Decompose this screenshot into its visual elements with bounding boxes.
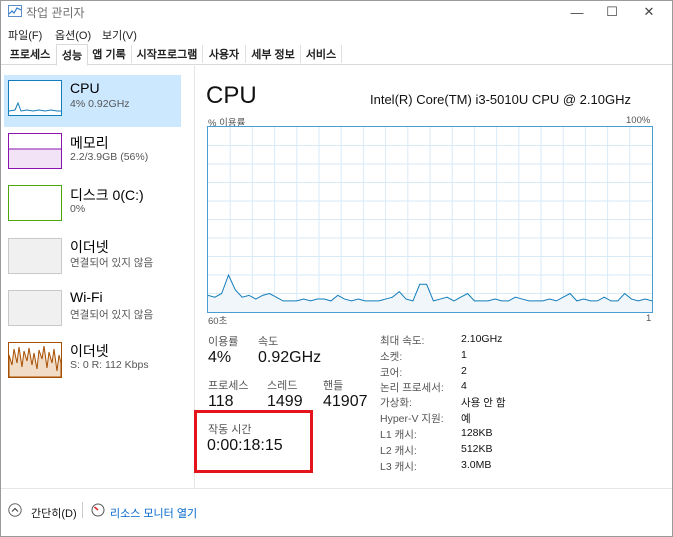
- info-label: 코어:: [380, 367, 403, 379]
- usage-label: 이용률: [208, 336, 239, 348]
- processes-label: 프로세스: [208, 380, 249, 392]
- menu-options[interactable]: 옵션(O): [55, 27, 91, 43]
- sidebar-item-subtitle: 4% 0.92GHz: [70, 98, 130, 110]
- tab-startup[interactable]: 시작프로그램: [132, 45, 203, 63]
- speed-label: 속도: [258, 336, 279, 348]
- info-value: 사용 안 함: [461, 397, 506, 409]
- sidebar-item-subtitle: 연결되어 있지 않음: [70, 309, 154, 321]
- sidebar-item-subtitle: 연결되어 있지 않음: [70, 257, 154, 269]
- usage-value: 4%: [208, 349, 232, 366]
- uptime-highlight-box: [194, 410, 313, 473]
- sidebar-item-title: CPU: [70, 80, 100, 96]
- threads-label: 스레드: [267, 380, 298, 392]
- tab-users[interactable]: 사용자: [203, 45, 246, 63]
- menu-view[interactable]: 보기(V): [102, 27, 137, 43]
- fewer-details-button[interactable]: 간단히(D): [31, 505, 77, 521]
- footer-divider: [1, 488, 672, 489]
- disk-thumbnail-graph: [8, 185, 62, 221]
- minimize-icon: —: [570, 4, 584, 20]
- processes-value: 118: [208, 393, 234, 410]
- handles-value: 41907: [323, 393, 368, 410]
- graph-time-left-label: 60초: [208, 316, 228, 327]
- menu-file[interactable]: 파일(F): [8, 27, 42, 43]
- close-icon: ✕: [643, 4, 655, 19]
- tab-details[interactable]: 세부 정보: [246, 45, 301, 63]
- sidebar-item-subtitle: S: 0 R: 112 Kbps: [70, 359, 149, 371]
- info-value: 2: [461, 365, 467, 377]
- handles-label: 핸들: [323, 380, 344, 392]
- page-title: CPU: [206, 82, 257, 109]
- info-value: 예: [461, 413, 471, 425]
- cpu-model-name: Intel(R) Core(TM) i3-5010U CPU @ 2.10GHz: [370, 92, 631, 107]
- cpu-thumbnail-graph: [8, 80, 62, 116]
- sidebar-item-title: Wi-Fi: [70, 289, 103, 305]
- info-value: 1: [461, 349, 467, 361]
- ethernet-thumbnail-graph: [8, 238, 62, 274]
- sidebar-item-subtitle: 0%: [70, 203, 86, 215]
- maximize-icon: ☐: [606, 4, 618, 19]
- graph-time-right-label: 1: [646, 313, 652, 324]
- threads-value: 1499: [267, 393, 303, 410]
- chevron-up-icon[interactable]: [8, 503, 22, 517]
- tab-performance[interactable]: 성능: [56, 44, 88, 66]
- window-title: 작업 관리자: [26, 6, 85, 20]
- info-label: 논리 프로세서:: [380, 382, 444, 394]
- info-label: 소켓:: [380, 351, 403, 363]
- info-value: 3.0MB: [461, 459, 492, 471]
- info-label: 최대 속도:: [380, 335, 425, 347]
- info-value: 128KB: [461, 427, 493, 439]
- resource-monitor-icon[interactable]: [91, 503, 105, 517]
- info-label: L1 캐시:: [380, 429, 417, 441]
- info-label: L3 캐시:: [380, 461, 417, 473]
- info-value: 512KB: [461, 443, 493, 455]
- sidebar-item-title: 메모리: [70, 135, 109, 151]
- info-label: L2 캐시:: [380, 445, 417, 457]
- tab-services[interactable]: 서비스: [301, 45, 342, 63]
- info-value: 4: [461, 380, 467, 392]
- ethernet-active-thumbnail-graph: [8, 342, 62, 378]
- sidebar-item-title: 이더넷: [70, 343, 109, 359]
- open-resource-monitor-link[interactable]: 리소스 모니터 열기: [110, 505, 197, 521]
- sidebar-item-title: 디스크 0(C:): [70, 187, 144, 203]
- memory-thumbnail-graph: [8, 133, 62, 169]
- info-label: 가상화:: [380, 397, 412, 409]
- graph-max-label: 100%: [626, 115, 651, 126]
- sidebar-item-subtitle: 2.2/3.9GB (56%): [70, 151, 149, 163]
- task-manager-app-icon: [8, 5, 22, 17]
- cpu-usage-graph: [207, 126, 653, 313]
- wifi-thumbnail-graph: [8, 290, 62, 326]
- tab-processes[interactable]: 프로세스: [4, 45, 57, 63]
- sidebar-item-title: 이더넷: [70, 239, 109, 255]
- info-label: Hyper-V 지원:: [380, 413, 444, 425]
- info-value: 2.10GHz: [461, 333, 503, 345]
- speed-value: 0.92GHz: [258, 349, 322, 366]
- tab-app-history[interactable]: 앱 기록: [87, 45, 132, 63]
- footer-separator: [82, 502, 83, 518]
- close-button[interactable]: ✕: [626, 1, 672, 23]
